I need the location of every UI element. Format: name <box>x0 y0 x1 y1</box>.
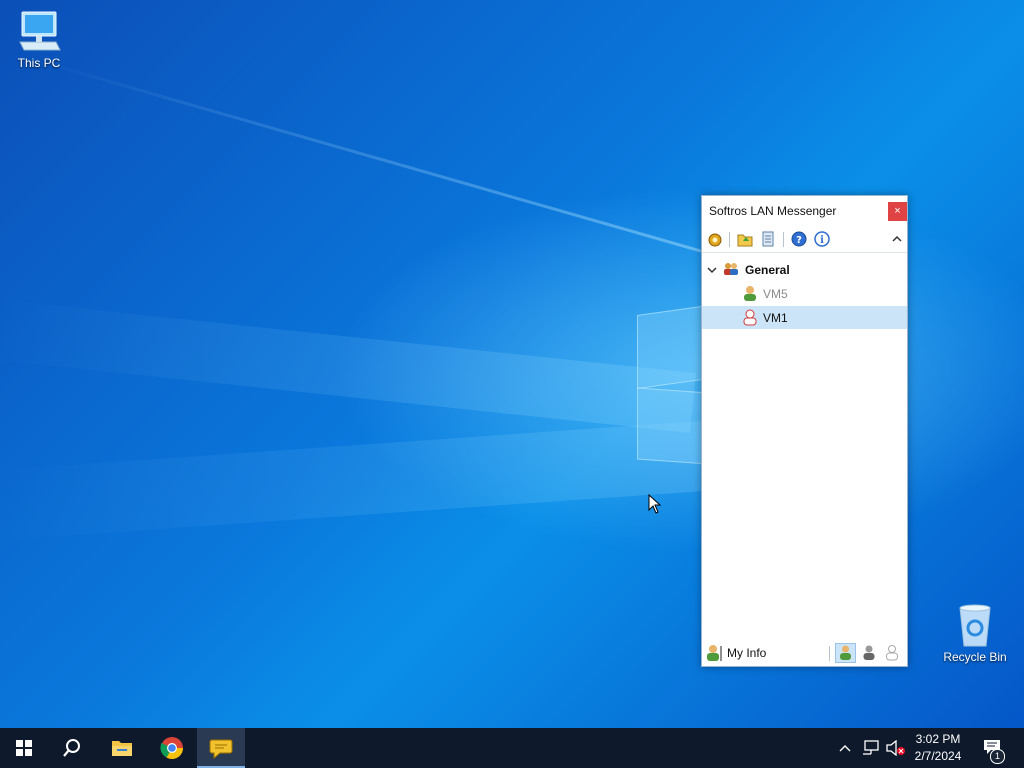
status-available-button[interactable] <box>835 643 856 663</box>
notification-count-badge: 1 <box>990 749 1005 764</box>
wallpaper-beam <box>39 60 771 273</box>
expand-chevron-icon[interactable] <box>707 265 717 275</box>
folder-icon[interactable] <box>736 230 754 248</box>
contact-name: VM1 <box>763 311 788 325</box>
contact-row-vm1[interactable]: VM1 <box>702 306 907 329</box>
softros-messenger-icon <box>209 739 233 760</box>
file-explorer-button[interactable] <box>98 728 146 768</box>
contact-name: VM5 <box>763 287 788 301</box>
computer-icon <box>19 11 61 51</box>
mouse-cursor-icon <box>648 494 662 514</box>
status-busy-icon[interactable] <box>860 644 878 662</box>
desktop-icon-recycle-bin[interactable]: Recycle Bin <box>937 602 1013 664</box>
windows-logo-pane <box>637 387 709 465</box>
search-button[interactable] <box>48 728 96 768</box>
svg-text:i: i <box>820 235 824 246</box>
desktop-icon-this-pc[interactable]: This PC <box>1 10 77 70</box>
status-offline-icon[interactable] <box>883 644 901 662</box>
toolbar-separator <box>729 232 730 247</box>
network-icon[interactable] <box>862 740 880 756</box>
chrome-button[interactable] <box>148 728 196 768</box>
desktop-icon-label: Recycle Bin <box>943 650 1007 664</box>
status-available-icon <box>840 645 851 660</box>
contact-row-vm5[interactable]: VM5 <box>702 282 907 305</box>
clock-date: 2/7/2024 <box>914 749 962 763</box>
start-button[interactable] <box>0 728 48 768</box>
my-info-label: My Info <box>727 646 767 660</box>
taskbar-clock[interactable]: 3:02 PM 2/7/2024 <box>904 731 972 765</box>
wallpaper-beam <box>0 300 697 433</box>
info-icon[interactable]: i <box>813 230 831 248</box>
my-info-button[interactable]: My Info <box>706 643 786 663</box>
group-row-general[interactable]: General <box>702 258 907 281</box>
clock-time: 3:02 PM <box>915 732 961 746</box>
svg-text:?: ? <box>796 235 802 246</box>
softros-messenger-taskbar-button[interactable] <box>197 728 245 768</box>
my-info-icon <box>707 645 722 661</box>
softros-messenger-window: Softros LAN Messenger × ? i General VM5 … <box>701 195 908 667</box>
start-icon <box>16 740 32 756</box>
help-icon[interactable]: ? <box>790 230 808 248</box>
close-button[interactable]: × <box>888 202 907 221</box>
wallpaper-beam <box>0 419 724 540</box>
contact-away-icon <box>743 309 757 326</box>
contact-offline-icon <box>744 286 756 301</box>
window-title: Softros LAN Messenger <box>709 204 837 218</box>
collapse-chevron-icon[interactable] <box>888 230 906 248</box>
contact-tree: General VM5 VM1 <box>702 253 907 633</box>
volume-muted-icon[interactable] <box>886 740 906 756</box>
windows-logo-pane <box>637 304 709 390</box>
toolbar-separator <box>783 232 784 247</box>
chrome-icon <box>160 737 183 759</box>
settings-icon[interactable] <box>706 230 724 248</box>
window-titlebar[interactable]: Softros LAN Messenger × <box>702 196 907 226</box>
taskbar: 3:02 PM 2/7/2024 1 <box>0 728 1024 768</box>
file-explorer-icon <box>112 741 132 756</box>
search-icon <box>63 739 80 757</box>
show-hidden-icons-chevron[interactable] <box>838 742 852 754</box>
notification-center-button[interactable]: 1 <box>980 728 1024 768</box>
group-icon <box>724 263 738 275</box>
recycle-bin-icon <box>959 604 991 647</box>
history-icon[interactable] <box>759 230 777 248</box>
group-label: General <box>745 263 790 277</box>
desktop-icon-label: This PC <box>17 56 61 70</box>
status-bar: My Info <box>702 640 907 666</box>
status-separator <box>829 646 830 661</box>
messenger-toolbar: ? i <box>702 226 907 253</box>
